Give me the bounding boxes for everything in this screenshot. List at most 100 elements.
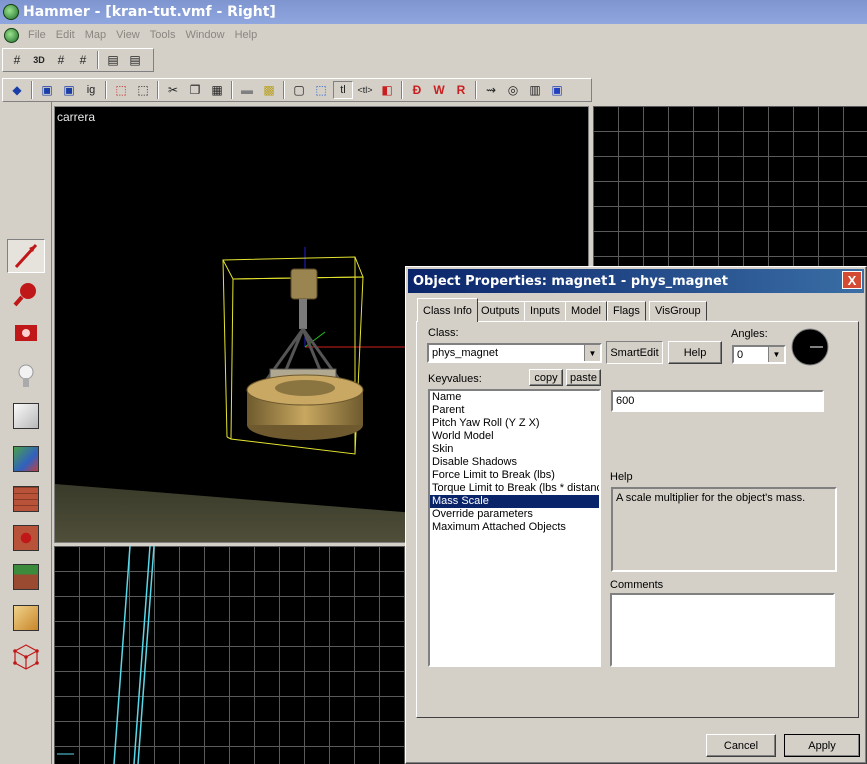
- tool-palette: [0, 102, 52, 764]
- list-item[interactable]: Disable Shadows: [430, 456, 599, 469]
- dialog-title-bar[interactable]: Object Properties: magnet1 - phys_magnet: [408, 269, 864, 293]
- tab-outputs[interactable]: Outputs: [475, 301, 526, 321]
- menu-view[interactable]: View: [113, 29, 147, 41]
- list-item[interactable]: Parent: [430, 404, 599, 417]
- list-item[interactable]: Override parameters: [430, 508, 599, 521]
- handles-icon[interactable]: ▢: [289, 81, 309, 99]
- grid-larger-icon[interactable]: #: [73, 51, 93, 69]
- dialog-title: Object Properties: magnet1 - phys_magnet: [413, 273, 729, 289]
- list-item[interactable]: Maximum Attached Objects: [430, 521, 599, 534]
- value-field[interactable]: 600: [611, 390, 824, 412]
- cancel-button[interactable]: Cancel: [706, 734, 776, 757]
- grid-toggle-icon[interactable]: #: [7, 51, 27, 69]
- list-item[interactable]: Name: [430, 391, 599, 404]
- brush-outline: [57, 546, 155, 764]
- object-properties-dialog: Object Properties: magnet1 - phys_magnet…: [405, 266, 867, 764]
- displacement-icon[interactable]: ▥: [525, 81, 545, 99]
- angles-value: 0: [737, 348, 744, 361]
- hide-unselected-icon[interactable]: ⬚: [133, 81, 153, 99]
- smartedit-toggle[interactable]: SmartEdit: [606, 341, 663, 364]
- tab-visgroup[interactable]: VisGroup: [649, 301, 707, 321]
- value-text: 600: [616, 395, 635, 407]
- texture-lock-toggle-icon[interactable]: tl: [333, 81, 353, 99]
- menu-help[interactable]: Help: [232, 29, 265, 41]
- menu-edit[interactable]: Edit: [53, 29, 82, 41]
- ignore-groups-icon[interactable]: ig: [81, 81, 101, 99]
- grid-toolbar: # 3D # # ▤ ▤: [2, 48, 154, 72]
- tab-flags[interactable]: Flags: [607, 301, 646, 321]
- list-item[interactable]: Pitch Yaw Roll (Y Z X): [430, 417, 599, 430]
- grid-smaller-icon[interactable]: #: [51, 51, 71, 69]
- tab-inputs[interactable]: Inputs: [524, 301, 566, 321]
- select-by-handle-icon[interactable]: ⬚: [311, 81, 331, 99]
- menu-window[interactable]: Window: [182, 29, 231, 41]
- copy-button[interactable]: copy: [529, 369, 563, 386]
- toggle-texture-icon[interactable]: ▩: [259, 81, 279, 99]
- overlay-tool-icon[interactable]: [7, 560, 45, 594]
- viewport-2d-top-right[interactable]: [593, 106, 867, 266]
- instance-icon[interactable]: ▣: [547, 81, 567, 99]
- tab-model[interactable]: Model: [565, 301, 607, 321]
- magnify-tool-icon[interactable]: [7, 277, 45, 311]
- tab-class-info[interactable]: Class Info: [417, 298, 478, 322]
- ungroup-icon[interactable]: ▣: [59, 81, 79, 99]
- cordon-icon[interactable]: ◎: [503, 81, 523, 99]
- chevron-down-icon[interactable]: ▼: [584, 345, 600, 361]
- keyvalues-label: Keyvalues:: [428, 373, 482, 385]
- hammer-app-icon: [3, 4, 19, 20]
- toolbar-separator: [283, 81, 285, 99]
- help-label: Help: [610, 471, 633, 483]
- menu-file[interactable]: File: [25, 29, 53, 41]
- document-icon[interactable]: [4, 27, 19, 43]
- toolbar-separator: [105, 81, 107, 99]
- carve-icon[interactable]: ▬: [237, 81, 257, 99]
- menu-map[interactable]: Map: [82, 29, 113, 41]
- texture-application-tool-icon[interactable]: [7, 442, 45, 476]
- viewport-2d-bottom-left[interactable]: [54, 546, 408, 764]
- apply-texture-tool-icon[interactable]: [7, 482, 45, 516]
- list-item-selected[interactable]: Mass Scale: [430, 495, 599, 508]
- list-item[interactable]: Torque Limit to Break (lbs * distance): [430, 482, 599, 495]
- paste-button[interactable]: paste: [566, 369, 601, 386]
- copy-icon[interactable]: ❐: [185, 81, 205, 99]
- keyvalues-list[interactable]: Name Parent Pitch Yaw Roll (Y Z X) World…: [428, 389, 601, 667]
- clipping-tool-icon[interactable]: [7, 601, 45, 635]
- camera-tool-icon[interactable]: [7, 315, 45, 349]
- class-value: phys_magnet: [432, 347, 499, 359]
- flip-icon[interactable]: ◧: [377, 81, 397, 99]
- open-icon[interactable]: ◆: [7, 81, 27, 99]
- list-item[interactable]: Skin: [430, 443, 599, 456]
- texture-lock-icon[interactable]: ▤: [103, 51, 123, 69]
- class-dropdown[interactable]: phys_magnet ▼: [427, 343, 602, 363]
- selection-tool-icon[interactable]: [7, 239, 45, 273]
- vis-icon[interactable]: W: [429, 81, 449, 99]
- draw-entities-icon[interactable]: Ð: [407, 81, 427, 99]
- paste-icon[interactable]: ▦: [207, 81, 227, 99]
- comments-field[interactable]: [610, 593, 835, 667]
- texture-lock-scale-icon[interactable]: <tl>: [355, 81, 375, 99]
- list-item[interactable]: Force Limit to Break (lbs): [430, 469, 599, 482]
- list-item[interactable]: World Model: [430, 430, 599, 443]
- entity-tool-icon[interactable]: [7, 359, 45, 393]
- close-icon[interactable]: X: [842, 271, 862, 289]
- 3d-grid-icon[interactable]: 3D: [29, 51, 49, 69]
- toolbar-separator: [157, 81, 159, 99]
- menu-tools[interactable]: Tools: [147, 29, 183, 41]
- vertex-tool-icon[interactable]: [7, 639, 45, 673]
- cut-icon[interactable]: ✂: [163, 81, 183, 99]
- texture-scale-icon[interactable]: ▤: [125, 51, 145, 69]
- chevron-down-icon[interactable]: ▼: [768, 347, 784, 362]
- angle-dial-icon[interactable]: [790, 327, 830, 367]
- group-icon[interactable]: ▣: [37, 81, 57, 99]
- window-title: Hammer - [kran-tut.vmf - Right]: [23, 4, 276, 20]
- path-icon[interactable]: ⇝: [481, 81, 501, 99]
- angles-dropdown[interactable]: 0 ▼: [732, 345, 786, 364]
- class-label: Class:: [428, 327, 459, 339]
- run-map-icon[interactable]: R: [451, 81, 471, 99]
- help-button[interactable]: Help: [668, 341, 722, 364]
- hide-selected-icon[interactable]: ⬚: [111, 81, 131, 99]
- comments-label: Comments: [610, 579, 664, 591]
- block-tool-icon[interactable]: [7, 399, 45, 433]
- apply-button[interactable]: Apply: [784, 734, 860, 757]
- decal-tool-icon[interactable]: [7, 521, 45, 555]
